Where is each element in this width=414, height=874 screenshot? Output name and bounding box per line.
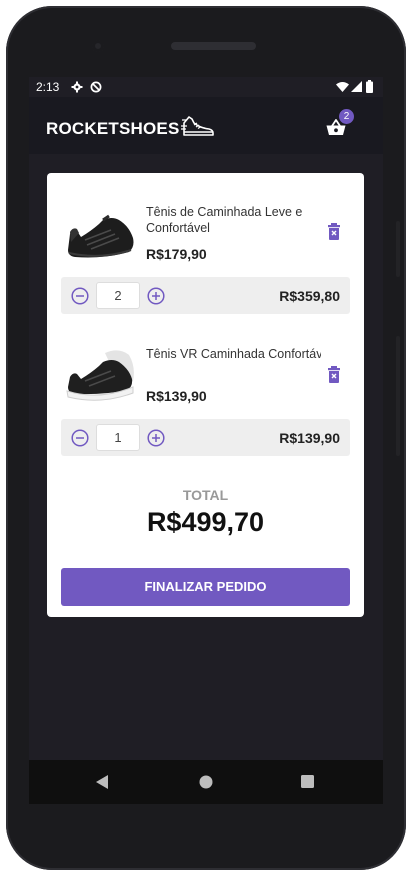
- app-screen: 2:13 ROCKETSHOES 2 Tênis de Caminhada Le…: [29, 77, 383, 760]
- decrease-quantity-icon[interactable]: [71, 429, 89, 447]
- quantity-input[interactable]: [96, 424, 140, 451]
- quantity-input[interactable]: [96, 282, 140, 309]
- back-icon[interactable]: [96, 775, 109, 789]
- front-camera: [92, 40, 104, 52]
- cart-button[interactable]: 2: [324, 109, 354, 143]
- shoe-logo-icon: [181, 116, 214, 136]
- wifi-icon: [336, 82, 349, 92]
- trash-icon[interactable]: [327, 366, 343, 384]
- increase-quantity-icon[interactable]: [147, 429, 165, 447]
- cell-signal-icon: [351, 81, 362, 92]
- product-name: Tênis de Caminhada Leve e Confortável: [146, 205, 303, 235]
- cart-count-badge: 2: [339, 109, 354, 124]
- total-label: TOTAL: [182, 487, 229, 503]
- product-price: R$139,90: [146, 388, 207, 404]
- product-image-white-sneaker: [66, 350, 134, 401]
- product-image-black-sneaker: [68, 214, 134, 258]
- status-bar: 2:13: [29, 77, 383, 97]
- earpiece-speaker: [171, 42, 256, 50]
- status-time: 2:13: [36, 80, 60, 94]
- app-logo-text[interactable]: ROCKETSHOES: [46, 119, 180, 139]
- product-name: Tênis VR Caminhada Confortável Detalhes …: [146, 347, 321, 361]
- sync-icon: [90, 81, 102, 93]
- volume-button: [396, 221, 400, 277]
- item-subtotal: R$359,80: [279, 288, 340, 304]
- decrease-quantity-icon[interactable]: [71, 287, 89, 305]
- product-price: R$179,90: [146, 246, 207, 262]
- home-icon[interactable]: [199, 775, 213, 789]
- recents-icon[interactable]: [301, 775, 314, 788]
- quantity-bar: R$139,90: [61, 419, 350, 456]
- settings-icon: [71, 81, 83, 93]
- finish-order-button[interactable]: FINALIZAR PEDIDO: [61, 568, 350, 606]
- power-button: [396, 336, 400, 456]
- navigation-bar: [29, 760, 383, 804]
- total-value: R$499,70: [146, 507, 265, 537]
- cart-count: 2: [343, 111, 350, 122]
- battery-icon: [366, 80, 373, 93]
- item-subtotal: R$139,90: [279, 430, 340, 446]
- trash-icon[interactable]: [327, 223, 343, 241]
- cart-panel: Tênis de Caminhada Leve e Confortável R$…: [47, 173, 364, 617]
- quantity-bar: R$359,80: [61, 277, 350, 314]
- increase-quantity-icon[interactable]: [147, 287, 165, 305]
